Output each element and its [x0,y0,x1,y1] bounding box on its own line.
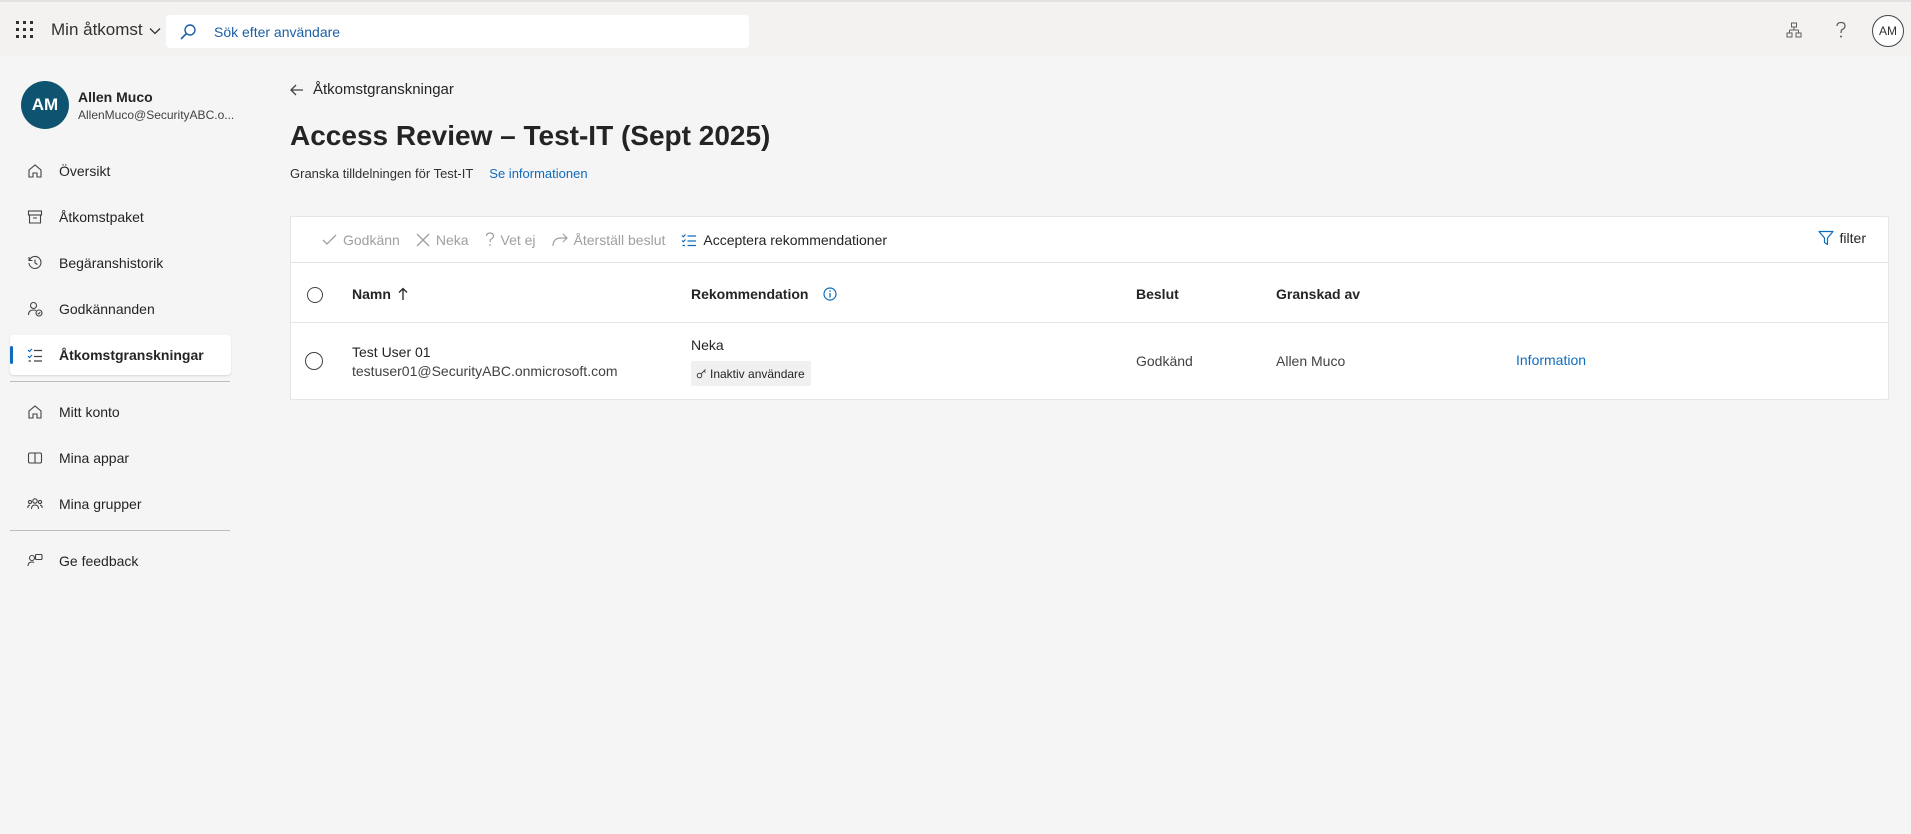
sidebar-item-label: Mina appar [59,450,130,466]
review-panel: Godkänn Neka Vet ej Återställ beslut Acc… [290,216,1889,400]
row-recommendation: Neka [691,337,724,353]
row-details-link[interactable]: Information [1516,352,1586,368]
column-header-name-label: Namn [352,286,391,302]
checklist-icon [26,346,44,364]
filter-icon [1817,230,1834,246]
app-title: Min åtkomst [51,20,143,39]
row-reviewed-by: Allen Muco [1276,353,1346,369]
deny-button[interactable]: Neka [416,232,469,248]
sidebar-item-access-packages[interactable]: Åtkomstpaket [10,197,231,237]
nav-divider [10,381,230,382]
user-name: Allen Muco [78,88,153,105]
reset-label: Återställ beslut [573,231,666,248]
checkmark-icon [322,234,337,246]
sidebar-item-access-reviews[interactable]: Åtkomstgranskningar [10,335,231,375]
app-title-dropdown[interactable]: Min åtkomst [51,20,161,40]
sidebar-item-my-account[interactable]: Mitt konto [10,392,231,432]
sidebar-item-label: Godkännanden [59,301,155,317]
filter-label: filter [1839,230,1866,246]
select-all-radio[interactable] [307,287,323,303]
column-header-recommendation-label: Rekommendation [691,286,809,302]
sidebar-item-label: Mina grupper [59,496,142,512]
archive-icon [26,208,44,226]
feedback-icon [26,552,44,570]
sort-ascending-icon [398,287,408,301]
sidebar-item-label: Mitt konto [59,404,120,420]
person-approve-icon [26,300,44,318]
nav-divider [10,530,230,531]
dont-know-label: Vet ej [500,231,536,248]
home-icon [26,403,44,421]
user-email: AllenMuco@SecurityABC.o... [78,107,235,122]
recommendation-reason-badge: Inaktiv användare [691,361,811,386]
home-icon [26,162,44,180]
sidebar-item-feedback[interactable]: Ge feedback [10,541,231,581]
details-link[interactable]: Se informationen [489,166,587,181]
breadcrumb-label: Åtkomstgranskningar [313,81,454,98]
sidebar-item-label: Ge feedback [59,553,139,569]
user-card: AM Allen Muco AllenMuco@SecurityABC.o... [21,81,238,129]
back-breadcrumb[interactable]: Åtkomstgranskningar [290,81,454,98]
column-header-decision: Beslut [1136,286,1179,302]
page-title: Access Review – Test-IT (Sept 2025) [290,120,771,151]
key-icon [696,368,707,379]
table-row[interactable]: Test User 01 testuser01@SecurityABC.onmi… [291,323,1888,397]
chevron-down-icon [149,20,161,40]
app-launcher-icon[interactable] [16,21,33,38]
accept-recommendations-label: Acceptera rekommendationer [703,231,888,248]
column-header-reviewed-by: Granskad av [1276,286,1361,302]
sidebar-nav: Översikt Åtkomstpaket Begäranshistorik G… [10,151,231,587]
question-icon [485,232,495,247]
top-bar: Min åtkomst AM [0,0,1911,56]
history-icon [26,254,44,272]
search-box[interactable] [166,15,749,48]
column-header-name[interactable]: Namn [352,286,408,302]
people-icon [26,495,44,513]
row-user-email: testuser01@SecurityABC.onmicrosoft.com [352,363,618,379]
org-chart-icon[interactable] [1782,18,1806,42]
close-icon [416,233,430,247]
info-icon[interactable] [823,287,838,301]
approve-button[interactable]: Godkänn [322,232,400,248]
help-icon[interactable] [1829,18,1853,42]
filter-button[interactable]: filter [1817,230,1866,246]
row-user-name: Test User 01 [352,344,431,360]
reset-decision-button[interactable]: Återställ beslut [551,231,666,248]
command-bar: Godkänn Neka Vet ej Återställ beslut Acc… [291,217,1888,263]
apps-icon [26,449,44,467]
recommendation-reason-label: Inaktiv användare [710,366,805,381]
checklist-icon [681,233,697,247]
sidebar-item-label: Åtkomstgranskningar [59,347,204,363]
profile-avatar[interactable]: AM [1872,15,1904,47]
back-arrow-icon [290,84,304,96]
approve-label: Godkänn [343,231,400,248]
page-subtitle: Granska tilldelningen för Test-IT Se inf… [290,166,588,181]
column-header-recommendation: Rekommendation [691,286,838,302]
sidebar-item-my-groups[interactable]: Mina grupper [10,484,231,524]
row-decision: Godkänd [1136,353,1193,369]
row-select-radio[interactable] [305,352,323,370]
sidebar-item-label: Begäranshistorik [59,255,164,271]
subtitle-text: Granska tilldelningen för Test-IT [290,166,474,181]
accept-recommendations-button[interactable]: Acceptera rekommendationer [681,232,887,248]
sidebar-item-label: Åtkomstpaket [59,209,144,225]
avatar: AM [21,81,69,129]
search-icon [179,23,197,41]
deny-label: Neka [435,231,469,248]
reset-icon [551,233,568,247]
sidebar-item-approvals[interactable]: Godkännanden [10,289,231,329]
table-header: Namn Rekommendation Beslut Granskad av [291,263,1888,323]
sidebar-item-request-history[interactable]: Begäranshistorik [10,243,231,283]
sidebar-item-label: Översikt [59,163,111,179]
dont-know-button[interactable]: Vet ej [485,232,536,248]
sidebar-item-my-apps[interactable]: Mina appar [10,438,231,478]
search-input[interactable] [214,23,714,40]
sidebar-item-overview[interactable]: Översikt [10,151,231,191]
